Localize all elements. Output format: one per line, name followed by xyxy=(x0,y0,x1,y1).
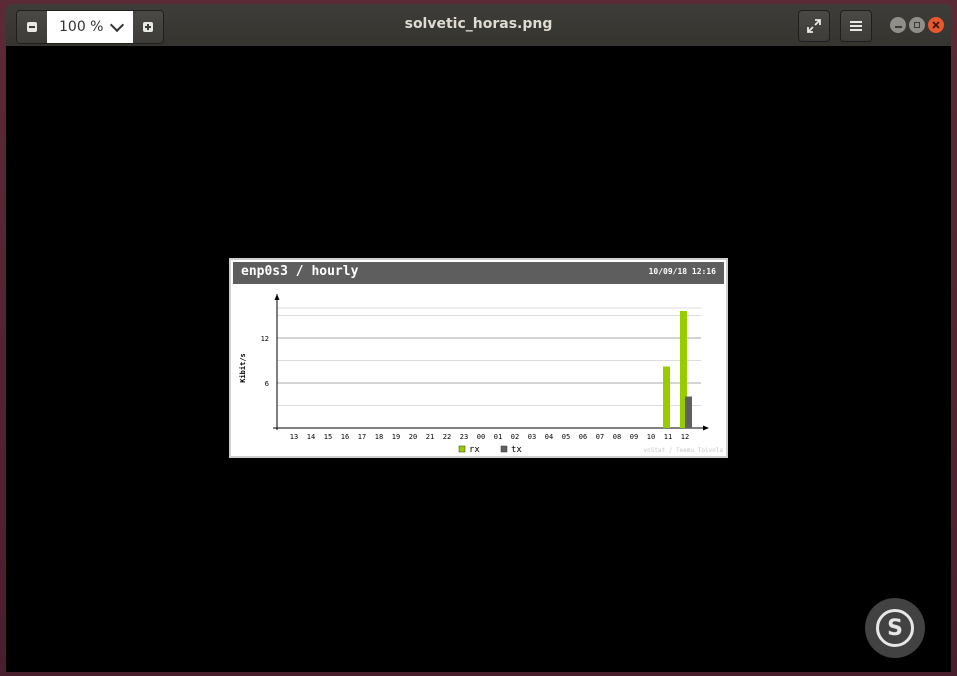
x-tick-label: 12 xyxy=(681,433,689,441)
y-axis-label: Kibit/s xyxy=(239,353,247,383)
x-tick-label: 16 xyxy=(341,433,349,441)
minimize-icon xyxy=(894,25,902,28)
x-axis-arrow xyxy=(703,425,709,431)
fullscreen-button[interactable] xyxy=(798,10,830,42)
x-tick-label: 08 xyxy=(613,433,621,441)
chart-svg: 6 12 Kibit/s 13 14 15 16 17 18 19 20 21 22 23 00 01 02 03… xyxy=(239,294,724,455)
x-tick-label: 14 xyxy=(307,433,315,441)
x-tick-label: 18 xyxy=(375,433,383,441)
x-tick-label: 04 xyxy=(545,433,553,441)
bar-rx xyxy=(663,366,670,428)
x-tick-label: 03 xyxy=(528,433,536,441)
bar-tx xyxy=(685,396,692,428)
hamburger-menu-icon xyxy=(850,21,862,31)
image-canvas[interactable]: 6 12 Kibit/s 13 14 15 16 17 18 19 20 21 22 23 00 01 02 03… xyxy=(6,46,951,672)
legend-swatch-tx xyxy=(500,445,508,453)
x-tick-label: 01 xyxy=(494,433,502,441)
y-tick-label: 6 xyxy=(265,380,269,388)
x-tick-label: 06 xyxy=(579,433,587,441)
chart-title: enp0s3 / hourly xyxy=(241,264,359,279)
close-button[interactable] xyxy=(928,17,944,33)
x-tick-label: 07 xyxy=(596,433,604,441)
x-tick-label: 22 xyxy=(443,433,451,441)
maximize-icon xyxy=(914,22,920,28)
chart-header: enp0s3 / hourly 10/09/18 12:16 xyxy=(233,262,724,284)
x-tick-label: 02 xyxy=(511,433,519,441)
legend-label-tx: tx xyxy=(511,445,522,455)
x-tick-label: 17 xyxy=(358,433,366,441)
menu-button[interactable] xyxy=(840,10,872,42)
y-axis-arrow xyxy=(274,294,280,300)
x-tick-label: 20 xyxy=(409,433,417,441)
x-tick-label: 23 xyxy=(460,433,468,441)
legend-label-rx: rx xyxy=(469,445,480,455)
x-tick-label: 05 xyxy=(562,433,570,441)
close-icon xyxy=(932,21,940,29)
x-tick-label: 00 xyxy=(477,433,485,441)
maximize-button[interactable] xyxy=(909,17,925,33)
x-tick-label: 11 xyxy=(664,433,672,441)
x-tick-label: 21 xyxy=(426,433,434,441)
x-tick-label: 09 xyxy=(630,433,638,441)
fullscreen-icon xyxy=(807,19,821,33)
x-tick-label: 13 xyxy=(290,433,298,441)
displayed-image: 6 12 Kibit/s 13 14 15 16 17 18 19 20 21 22 23 00 01 02 03… xyxy=(229,258,728,458)
legend-swatch-rx xyxy=(458,445,466,453)
x-tick-label: 10 xyxy=(647,433,655,441)
logo-mark: S xyxy=(876,609,914,647)
chart-credit: vnStat / Teemu Toivola xyxy=(644,447,724,454)
x-tick-label: 15 xyxy=(324,433,332,441)
headerbar: 100 % solvetic_horas.png xyxy=(6,4,951,46)
minimize-button[interactable] xyxy=(890,17,906,33)
x-tick-label: 19 xyxy=(392,433,400,441)
site-logo: S xyxy=(865,598,925,658)
y-tick-label: 12 xyxy=(261,335,269,343)
image-viewer-window: 100 % solvetic_horas.png 6 12 Kibit/s 13… xyxy=(0,0,957,676)
chart-timestamp: 10/09/18 12:16 xyxy=(648,267,716,276)
